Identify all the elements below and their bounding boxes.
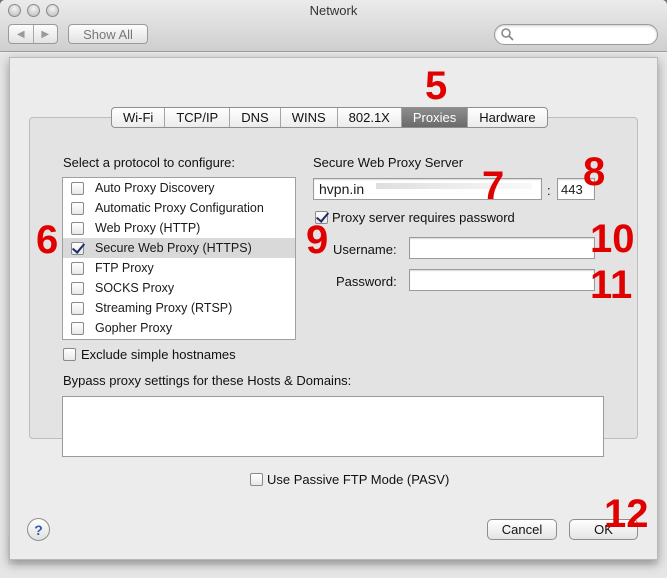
bypass-hosts-textarea[interactable]	[62, 396, 604, 457]
protocol-item[interactable]: Gopher Proxy	[63, 318, 295, 338]
password-label: Password:	[336, 274, 397, 289]
tab-wifi[interactable]: Wi-Fi	[112, 108, 164, 127]
protocol-checkbox-checked[interactable]	[71, 241, 84, 255]
exclude-hostnames-checkbox[interactable]	[63, 348, 76, 361]
protocol-checkbox[interactable]	[71, 261, 84, 275]
show-all-button[interactable]: Show All	[68, 24, 148, 44]
username-label: Username:	[333, 242, 397, 257]
exclude-hostnames-row[interactable]: Exclude simple hostnames	[63, 347, 236, 362]
annotation-9: 9	[306, 218, 329, 262]
protocol-item[interactable]: Auto Proxy Discovery	[63, 178, 295, 198]
annotation-12: 12	[604, 492, 649, 536]
nav-back-forward: ◀ ▶	[8, 24, 58, 44]
protocol-checkbox[interactable]	[71, 201, 84, 215]
protocol-list[interactable]: Auto Proxy Discovery Automatic Proxy Con…	[62, 177, 296, 340]
protocol-checkbox[interactable]	[71, 301, 84, 315]
protocol-item-selected[interactable]: Secure Web Proxy (HTTPS)	[63, 238, 295, 258]
tab-wins[interactable]: WINS	[279, 108, 337, 127]
bypass-label: Bypass proxy settings for these Hosts & …	[63, 373, 352, 388]
tab-dns[interactable]: DNS	[229, 108, 279, 127]
protocol-item[interactable]: Automatic Proxy Configuration	[63, 198, 295, 218]
search-field[interactable]	[494, 24, 658, 45]
username-field[interactable]	[409, 237, 595, 259]
passive-ftp-row[interactable]: Use Passive FTP Mode (PASV)	[250, 472, 449, 487]
protocol-list-heading: Select a protocol to configure:	[63, 155, 235, 170]
protocol-item[interactable]: SOCKS Proxy	[63, 278, 295, 298]
tab-hardware[interactable]: Hardware	[467, 108, 546, 127]
network-window: Network ◀ ▶ Show All Wi-Fi TCP/IP DNS WI…	[0, 0, 667, 578]
chevron-right-icon: ▶	[41, 28, 50, 40]
chevron-left-icon: ◀	[16, 28, 25, 40]
proxy-host-field[interactable]: hvpn.in	[313, 178, 542, 200]
redacted-host-text	[376, 183, 532, 189]
annotation-7: 7	[482, 164, 505, 208]
help-icon: ?	[34, 521, 43, 538]
tab-proxies[interactable]: Proxies	[400, 108, 468, 127]
protocol-checkbox[interactable]	[71, 181, 84, 195]
annotation-5: 5	[425, 64, 448, 108]
tab-tcpip[interactable]: TCP/IP	[164, 108, 229, 127]
password-field[interactable]	[409, 269, 595, 291]
search-icon	[501, 28, 514, 41]
cancel-button[interactable]: Cancel	[487, 519, 557, 540]
protocol-item[interactable]: Streaming Proxy (RTSP)	[63, 298, 295, 318]
tab-8021x[interactable]: 802.1X	[336, 108, 401, 127]
annotation-10: 10	[590, 217, 635, 261]
window-title: Network	[309, 3, 358, 18]
port-separator: :	[547, 183, 551, 198]
annotation-11: 11	[590, 263, 633, 307]
server-heading: Secure Web Proxy Server	[313, 155, 464, 170]
nav-back-button[interactable]: ◀	[9, 25, 33, 43]
annotation-6: 6	[36, 218, 59, 262]
passive-ftp-checkbox[interactable]	[250, 473, 263, 486]
protocol-checkbox[interactable]	[71, 281, 84, 295]
annotation-8: 8	[583, 150, 606, 194]
protocol-item[interactable]: FTP Proxy	[63, 258, 295, 278]
title-bar: Network ◀ ▶ Show All	[0, 0, 667, 52]
tab-bar: Wi-Fi TCP/IP DNS WINS 802.1X Proxies Har…	[111, 107, 548, 128]
help-button[interactable]: ?	[27, 518, 50, 541]
protocol-item[interactable]: Web Proxy (HTTP)	[63, 218, 295, 238]
protocol-checkbox[interactable]	[71, 321, 84, 335]
requires-password-row[interactable]: Proxy server requires password	[315, 210, 515, 225]
nav-forward-button[interactable]: ▶	[32, 25, 58, 43]
protocol-checkbox[interactable]	[71, 221, 84, 235]
